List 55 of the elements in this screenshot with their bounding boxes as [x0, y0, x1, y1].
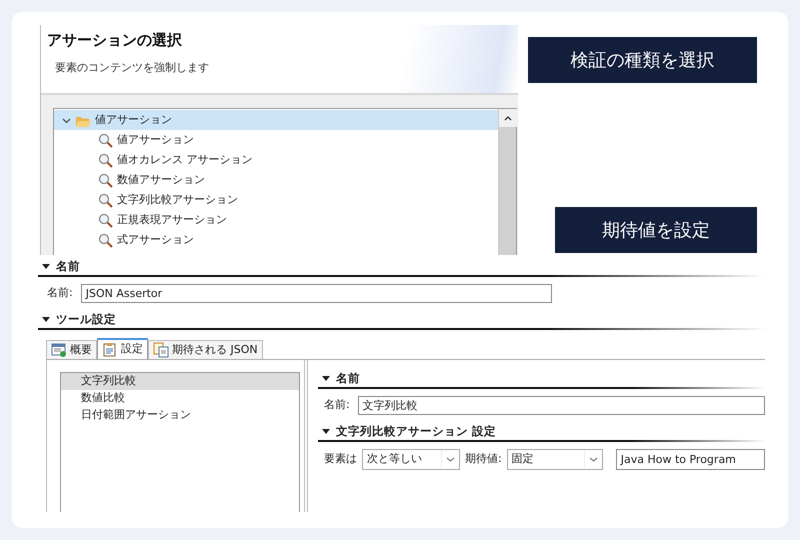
element-label: 要素は	[324, 451, 357, 468]
tree-item-label: 値アサーション	[117, 132, 194, 148]
list-item[interactable]: 文字列比較	[61, 373, 299, 390]
dialog-title: アサーションの選択	[47, 30, 183, 51]
scrollbar[interactable]	[498, 109, 516, 255]
chevron-icon[interactable]	[62, 116, 71, 124]
expected-type-dropdown[interactable]: 固定	[506, 449, 603, 470]
tab[interactable]: 期待される JSON	[148, 340, 263, 359]
callout-label: 検証の種類を選択	[528, 37, 757, 83]
tree-item[interactable]: 値オカレンス アサーション	[54, 150, 498, 170]
collapse-triangle-icon[interactable]	[42, 317, 50, 322]
magnifier-icon	[98, 192, 113, 208]
tree-item[interactable]: 値アサーション	[54, 130, 498, 150]
caret-icon	[588, 457, 598, 462]
operator-dropdown[interactable]: 次と等しい	[362, 449, 460, 470]
tree-item-label: 式アサーション	[117, 232, 194, 248]
caret-icon	[446, 457, 455, 462]
tree-item[interactable]: 文字列比較アサーション	[54, 190, 498, 210]
list-item[interactable]: 日付範囲アサーション	[61, 407, 299, 424]
tree-item-label: 値オカレンス アサーション	[117, 152, 252, 168]
tree-item[interactable]: 数値アサーション	[54, 170, 498, 190]
tree-item-label: 文字列比較アサーション	[117, 192, 238, 208]
dialog-subtitle: 要素のコンテンツを強制します	[55, 60, 210, 76]
section-title: 文字列比較アサーション 設定	[336, 422, 496, 440]
document-icon	[153, 342, 169, 358]
tree-item[interactable]: 値アサーション	[54, 110, 498, 130]
scroll-up-icon[interactable]	[504, 116, 512, 120]
list-item[interactable]: 数値比較	[61, 390, 299, 407]
tree-item[interactable]: 正規表現アサーション	[54, 210, 498, 230]
tree-item-label: 数値アサーション	[117, 172, 205, 188]
document-icon	[102, 342, 118, 358]
section-title: 名前	[336, 370, 360, 387]
section-title: ツール設定	[56, 310, 116, 328]
tree-item-label: 値アサーション	[95, 112, 172, 128]
name-field[interactable]: 文字列比較	[358, 396, 765, 415]
name-field[interactable]: JSON Assertor	[80, 284, 552, 303]
magnifier-icon	[98, 172, 113, 188]
collapse-triangle-icon[interactable]	[42, 264, 50, 269]
name-label: 名前:	[324, 397, 350, 414]
tab[interactable]: 概要	[46, 340, 97, 359]
tree-item-label: 正規表現アサーション	[117, 212, 227, 228]
magnifier-icon	[98, 212, 113, 228]
collapse-triangle-icon[interactable]	[322, 429, 330, 434]
document-icon	[51, 342, 67, 358]
magnifier-icon	[98, 232, 113, 248]
tab[interactable]: 設定	[97, 338, 148, 359]
section-title: 名前	[56, 258, 80, 275]
expected-value-field[interactable]: Java How to Program	[616, 449, 765, 470]
tree-item[interactable]: 式アサーション	[54, 230, 498, 250]
expected-label: 期待値:	[465, 451, 502, 468]
name-label: 名前:	[47, 285, 73, 302]
collapse-triangle-icon[interactable]	[322, 376, 330, 381]
callout-label: 期待値を設定	[555, 207, 757, 253]
magnifier-icon	[98, 152, 113, 168]
magnifier-icon	[98, 132, 113, 148]
